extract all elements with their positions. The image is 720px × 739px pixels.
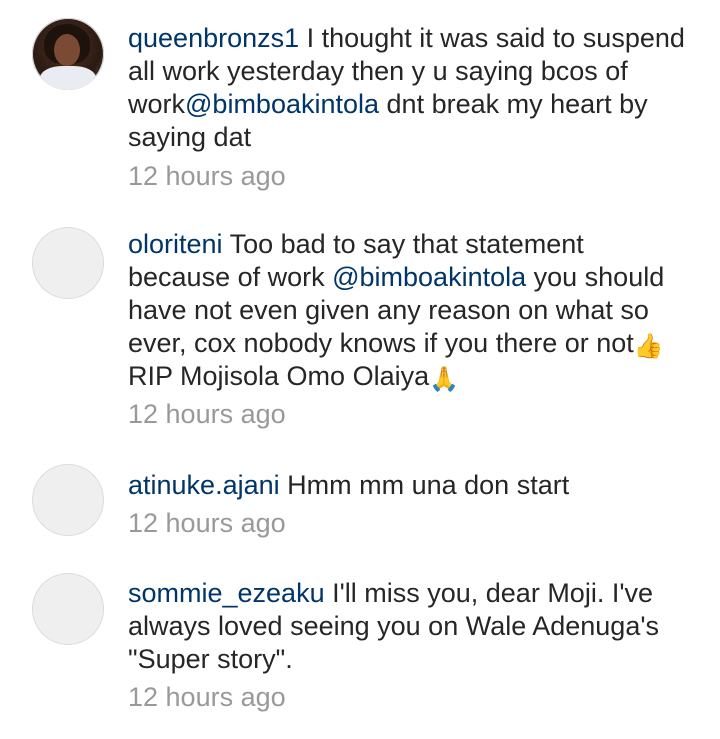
mention-link[interactable]: @bimboakintola [185, 89, 379, 119]
comment-timestamp: 12 hours ago [128, 682, 286, 712]
avatar[interactable] [32, 464, 104, 536]
comment-username[interactable]: sommie_ezeaku [128, 578, 325, 608]
comment-item: atinuke.ajani Hmm mm una don start 12 ho… [0, 450, 720, 560]
comment-text: oloriteni Too bad to say that statement … [128, 228, 688, 393]
comment-timestamp: 12 hours ago [128, 508, 286, 538]
comment-timestamp: 12 hours ago [128, 399, 286, 429]
comment-text: sommie_ezeaku I'll miss you, dear Moji. … [128, 577, 688, 676]
comment-username[interactable]: oloriteni [128, 229, 223, 259]
comment-item: oloriteni Too bad to say that statement … [0, 200, 720, 450]
comment-text: atinuke.ajani Hmm mm una don start [128, 469, 688, 502]
thumbs-up-icon: 👍 [633, 333, 664, 360]
comment-username[interactable]: queenbronzs1 [128, 23, 299, 53]
comment-timestamp: 12 hours ago [128, 161, 286, 191]
praying-hands-icon: 🙏 [429, 366, 459, 393]
comment-username[interactable]: atinuke.ajani [128, 470, 280, 500]
avatar[interactable] [32, 573, 104, 645]
comment-body: RIP Mojisola Omo Olaiya [128, 361, 430, 391]
avatar-shirt [40, 66, 96, 90]
mention-link[interactable]: @bimboakintola [332, 262, 526, 292]
avatar-face [54, 34, 80, 66]
avatar[interactable] [32, 227, 104, 299]
comment-item: sommie_ezeaku I'll miss you, dear Moji. … [0, 560, 720, 739]
comment-item: queenbronzs1 I thought it was said to su… [0, 0, 720, 200]
comment-text: queenbronzs1 I thought it was said to su… [128, 22, 688, 154]
avatar[interactable] [32, 18, 104, 90]
comment-body: Hmm mm una don start [279, 470, 570, 500]
